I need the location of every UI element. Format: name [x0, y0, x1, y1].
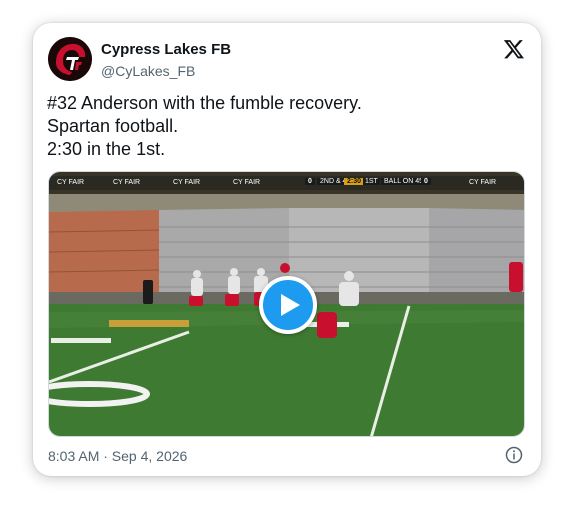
tweet-text-line: Spartan football.: [47, 116, 179, 136]
video-player[interactable]: CY FAIR CY FAIR CY FAIR CY FAIR 0 2ND & …: [48, 171, 525, 437]
banner-label: CY FAIR: [57, 179, 85, 186]
x-logo-icon[interactable]: [503, 38, 525, 60]
quarter: 1ST: [363, 178, 380, 185]
info-icon[interactable]: [505, 446, 523, 464]
handle[interactable]: @CyLakes_FB: [101, 62, 231, 80]
score-home: 0: [305, 178, 315, 185]
play-button[interactable]: [259, 276, 317, 334]
scoreboard-banner: CY FAIR CY FAIR CY FAIR CY FAIR 0 2ND & …: [49, 176, 524, 190]
score-away: 0: [421, 178, 431, 185]
banner-label: CY FAIR: [469, 179, 497, 186]
tweet-card[interactable]: Cypress Lakes FB @CyLakes_FB #32 Anderso…: [33, 23, 541, 476]
banner-label: CY FAIR: [173, 179, 201, 186]
spartan-logo-icon: [48, 37, 92, 81]
tweet-text: #32 Anderson with the fumble recovery. S…: [47, 92, 527, 161]
author-info: Cypress Lakes FB @CyLakes_FB: [101, 41, 231, 80]
banner-label: CY FAIR: [113, 179, 141, 186]
avatar[interactable]: [48, 37, 92, 81]
tweet-text-line: #32 Anderson with the fumble recovery.: [47, 93, 362, 113]
banner-label: CY FAIR: [233, 179, 261, 186]
tweet-text-line: 2:30 in the 1st.: [47, 139, 166, 159]
game-clock: 2:30: [344, 178, 365, 185]
ball-on: BALL ON 45: [381, 178, 427, 185]
play-icon: [281, 294, 300, 316]
display-name[interactable]: Cypress Lakes FB: [101, 41, 231, 59]
timestamp[interactable]: 8:03 AM · Sep 4, 2026: [48, 447, 187, 465]
